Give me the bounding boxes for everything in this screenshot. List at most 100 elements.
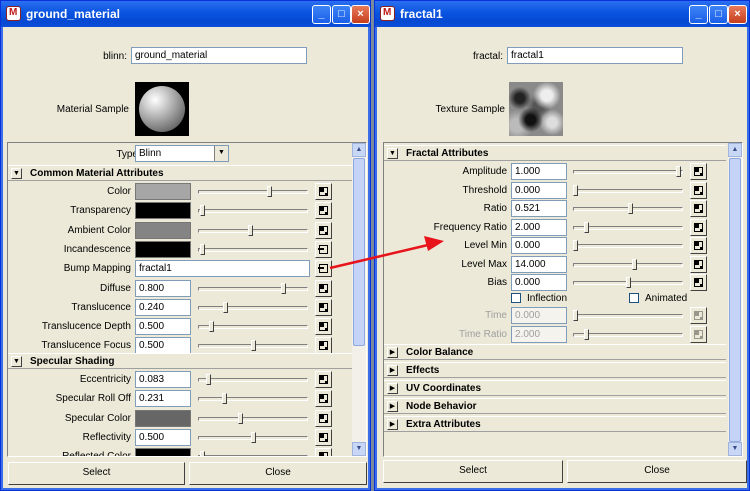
value-slider[interactable]	[573, 185, 683, 197]
slider-thumb[interactable]	[573, 310, 578, 321]
value-field[interactable]: 0.521	[511, 200, 567, 217]
slider-thumb[interactable]	[223, 302, 228, 313]
map-texture-button[interactable]	[690, 200, 707, 217]
value-slider[interactable]	[573, 310, 683, 322]
collapse-triangle-icon[interactable]: ▶	[387, 383, 398, 394]
collapsed-section-header[interactable]: ▶ Color Balance	[384, 344, 726, 360]
slider-thumb[interactable]	[238, 413, 243, 424]
color-swatch[interactable]	[135, 202, 191, 219]
close-icon[interactable]: ×	[728, 5, 747, 24]
slider-thumb[interactable]	[200, 244, 205, 255]
value-slider[interactable]	[198, 321, 308, 333]
map-texture-button[interactable]	[315, 202, 332, 219]
value-slider[interactable]	[573, 222, 683, 234]
scroll-down-icon[interactable]: ▼	[352, 442, 366, 456]
slider-thumb[interactable]	[584, 222, 589, 233]
type-dropdown[interactable]: Blinn ▼	[135, 145, 229, 162]
select-button[interactable]: Select	[383, 460, 563, 483]
expand-triangle-icon[interactable]: ▼	[387, 148, 398, 159]
collapse-triangle-icon[interactable]: ▶	[387, 347, 398, 358]
value-slider[interactable]	[198, 283, 308, 295]
value-field[interactable]: 14.000	[511, 256, 567, 273]
slider-thumb[interactable]	[676, 166, 681, 177]
maximize-icon[interactable]: □	[709, 5, 728, 24]
common-material-attributes-header[interactable]: ▼ Common Material Attributes	[8, 165, 352, 181]
chevron-down-icon[interactable]: ▼	[214, 146, 228, 161]
value-field[interactable]: 0.240	[135, 299, 191, 316]
slider-thumb[interactable]	[584, 329, 589, 340]
close-button[interactable]: Close	[189, 462, 367, 485]
slider-thumb[interactable]	[628, 203, 633, 214]
value-slider[interactable]	[573, 259, 683, 271]
map-texture-button[interactable]	[315, 337, 332, 354]
collapsed-section-header[interactable]: ▶ Node Behavior	[384, 398, 726, 414]
fractal-attributes-header[interactable]: ▼ Fractal Attributes	[384, 145, 726, 161]
slider-thumb[interactable]	[267, 186, 272, 197]
color-swatch[interactable]	[135, 222, 191, 239]
map-texture-button[interactable]	[690, 307, 707, 324]
map-texture-button[interactable]	[315, 299, 332, 316]
value-field[interactable]: 0.000	[511, 182, 567, 199]
value-field[interactable]: 0.000	[511, 237, 567, 254]
connected-texture-button[interactable]	[315, 241, 332, 258]
slider-thumb[interactable]	[573, 240, 578, 251]
slider-thumb[interactable]	[632, 259, 637, 270]
scroll-thumb[interactable]	[729, 158, 741, 442]
value-slider[interactable]	[198, 186, 308, 198]
color-swatch[interactable]	[135, 448, 191, 456]
value-field[interactable]: 0.000	[511, 274, 567, 291]
color-swatch[interactable]	[135, 183, 191, 200]
color-swatch[interactable]	[135, 410, 191, 427]
map-texture-button[interactable]	[315, 183, 332, 200]
map-texture-button[interactable]	[315, 371, 332, 388]
value-slider[interactable]	[573, 203, 683, 215]
map-texture-button[interactable]	[315, 429, 332, 446]
material-sample-preview[interactable]	[135, 82, 189, 136]
bump-mapping-field[interactable]: fractal1	[135, 260, 310, 277]
map-texture-button[interactable]	[690, 326, 707, 343]
vertical-scrollbar[interactable]: ▲ ▼	[728, 143, 742, 456]
value-field[interactable]: 0.800	[135, 280, 191, 297]
slider-thumb[interactable]	[281, 283, 286, 294]
value-field[interactable]: 0.231	[135, 390, 191, 407]
slider-thumb[interactable]	[248, 225, 253, 236]
value-slider[interactable]	[198, 393, 308, 405]
slider-thumb[interactable]	[573, 185, 578, 196]
maximize-icon[interactable]: □	[332, 5, 351, 24]
value-field[interactable]: 0.500	[135, 318, 191, 335]
connected-texture-button[interactable]	[315, 260, 332, 277]
color-swatch[interactable]	[135, 241, 191, 258]
node-name-field[interactable]: fractal1	[507, 47, 683, 64]
slider-thumb[interactable]	[200, 451, 205, 456]
slider-thumb[interactable]	[200, 205, 205, 216]
minimize-icon[interactable]: _	[312, 5, 331, 24]
value-slider[interactable]	[198, 374, 308, 386]
collapse-triangle-icon[interactable]: ▶	[387, 365, 398, 376]
slider-thumb[interactable]	[222, 393, 227, 404]
value-slider[interactable]	[573, 329, 683, 341]
select-button[interactable]: Select	[8, 462, 185, 485]
animated-checkbox[interactable]	[629, 293, 639, 303]
value-slider[interactable]	[573, 277, 683, 289]
node-name-field[interactable]: ground_material	[131, 47, 307, 64]
attribute-scroll-area[interactable]: ▼ Fractal Attributes Amplitude 1.000 Thres…	[383, 142, 743, 457]
value-slider[interactable]	[198, 244, 308, 256]
expand-triangle-icon[interactable]: ▼	[11, 168, 22, 179]
map-texture-button[interactable]	[690, 219, 707, 236]
map-texture-button[interactable]	[315, 318, 332, 335]
expand-triangle-icon[interactable]: ▼	[11, 356, 22, 367]
inflection-checkbox[interactable]	[511, 293, 521, 303]
map-texture-button[interactable]	[690, 256, 707, 273]
map-texture-button[interactable]	[315, 280, 332, 297]
map-texture-button[interactable]	[690, 182, 707, 199]
map-texture-button[interactable]	[690, 237, 707, 254]
map-texture-button[interactable]	[315, 410, 332, 427]
map-texture-button[interactable]	[315, 222, 332, 239]
value-slider[interactable]	[198, 205, 308, 217]
slider-thumb[interactable]	[251, 340, 256, 351]
title-bar[interactable]: fractal1 _ □ ×	[375, 1, 749, 27]
value-field[interactable]: 1.000	[511, 163, 567, 180]
collapsed-section-header[interactable]: ▶ Extra Attributes	[384, 416, 726, 432]
map-texture-button[interactable]	[315, 448, 332, 456]
value-field[interactable]: 2.000	[511, 219, 567, 236]
